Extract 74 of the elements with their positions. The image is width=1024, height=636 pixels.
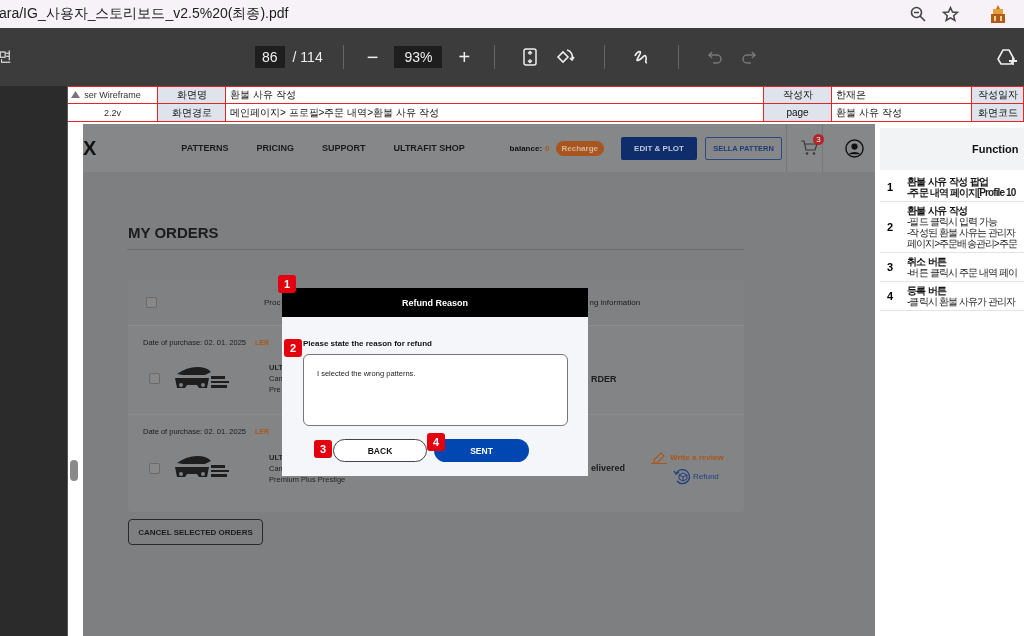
cart-icon[interactable] xyxy=(801,140,818,156)
table-cell: page xyxy=(786,107,809,118)
zoom-icon[interactable] xyxy=(910,6,926,22)
nav-link[interactable]: PRICING xyxy=(256,143,295,153)
undo-icon[interactable] xyxy=(707,50,724,64)
page-total: / 114 xyxy=(292,49,323,65)
page-number-field[interactable]: 86 xyxy=(255,46,285,68)
zoom-out-button[interactable]: − xyxy=(362,45,383,69)
function-number: 1 xyxy=(885,181,895,193)
cancel-orders-button[interactable]: CANCEL SELECTED ORDERS xyxy=(128,519,263,545)
function-title: 환불 사유 작성 팝업 xyxy=(907,176,990,187)
back-button[interactable]: BACK xyxy=(333,439,427,462)
refund-link[interactable]: Refund xyxy=(673,468,724,485)
recharge-button[interactable]: Recharge xyxy=(555,140,604,156)
function-number: 2 xyxy=(885,221,895,233)
fit-page-icon[interactable] xyxy=(523,48,538,66)
table-cell: ser Wireframe xyxy=(84,90,141,100)
pencil-icon xyxy=(651,451,667,464)
page-title: MY ORDERS xyxy=(128,224,219,241)
dialog-title: Refund Reason xyxy=(402,297,468,308)
column-header: ng information xyxy=(589,298,641,307)
checkbox[interactable] xyxy=(149,462,160,474)
url-text[interactable]: ara/IG_사용자_스토리보드_v2.5%20(최종).pdf xyxy=(0,5,289,23)
panel-title: Function xyxy=(972,143,1019,155)
function-title: 취소 버튼 xyxy=(907,256,948,267)
logo[interactable]: X xyxy=(83,136,97,160)
table-cell: 화면경로 xyxy=(171,105,212,120)
order-status: elivered xyxy=(591,463,627,473)
table-cell: 2.2v xyxy=(104,107,121,118)
table-cell: 작성자 xyxy=(782,88,813,102)
star-icon[interactable] xyxy=(942,5,959,23)
step-marker: 3 xyxy=(314,440,332,458)
step-marker: 1 xyxy=(278,275,296,293)
zoom-field[interactable]: 93% xyxy=(394,46,443,68)
table-cell: 화면코드 xyxy=(977,105,1018,120)
column-header: Proc xyxy=(264,298,281,307)
function-description: -작성된 환불 사유는 관리자 xyxy=(907,227,1017,238)
zoom-in-button[interactable]: + xyxy=(454,45,475,69)
step-marker: 2 xyxy=(284,339,302,357)
balance-value: 0 xyxy=(545,143,550,153)
function-title: 등록 버튼 xyxy=(907,285,948,296)
function-number: 4 xyxy=(885,290,895,302)
box-return-icon xyxy=(673,468,690,485)
function-description: -필드 클릭시 입력 가능 xyxy=(907,216,998,227)
squiggle-icon[interactable] xyxy=(633,48,650,66)
nav-link[interactable]: ULTRAFIT SHOP xyxy=(393,143,465,153)
step-marker: 4 xyxy=(427,433,445,451)
balance-label: balance: xyxy=(509,143,543,153)
table-cell: 한재은 xyxy=(836,88,866,102)
document-title: 면 xyxy=(0,48,13,66)
table-cell: 환불 사유 작성 xyxy=(230,88,296,102)
order-status: RDER xyxy=(591,373,618,384)
table-cell: 메인페이지> 프로필>주문 내역>환불 사유 작성 xyxy=(230,105,439,120)
function-description: -버튼 클릭시 주문 내역 페이 xyxy=(907,267,1018,278)
function-number: 3 xyxy=(885,261,895,273)
checkbox[interactable] xyxy=(149,373,160,384)
table-cell: 환불 사유 작성 xyxy=(836,105,902,120)
function-title: 환불 사유 작성 xyxy=(907,205,969,216)
edit-plot-button[interactable]: EDIT & PLOT xyxy=(621,136,697,160)
up-arrow-icon[interactable] xyxy=(71,91,80,98)
function-description: -클릭시 환불 사유가 관리자 xyxy=(907,296,1016,307)
field-label: Please state the reason for refund xyxy=(303,339,433,348)
user-icon[interactable] xyxy=(845,138,864,158)
checkbox[interactable] xyxy=(146,297,157,308)
cart-count-badge: 3 xyxy=(813,134,824,145)
function-description: 페이지>주문배송관리>주문 xyxy=(907,238,1017,249)
scrollbar-thumb[interactable] xyxy=(70,460,78,481)
nav-link[interactable]: SUPPORT xyxy=(322,143,366,153)
nav-link[interactable]: PATTERNS xyxy=(181,143,229,153)
redo-icon[interactable] xyxy=(741,50,758,64)
building-icon[interactable] xyxy=(989,4,1007,24)
function-description: -주문 내역 페이지[Profile 10 xyxy=(907,187,1016,198)
table-cell: 화면명 xyxy=(176,88,207,102)
table-cell: 작성일자 xyxy=(977,88,1018,102)
